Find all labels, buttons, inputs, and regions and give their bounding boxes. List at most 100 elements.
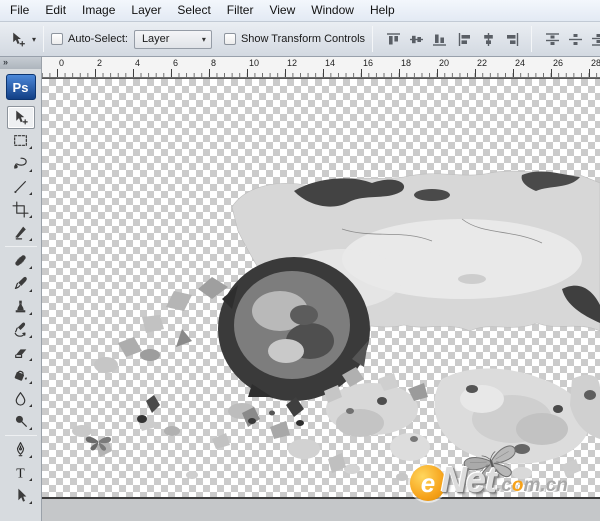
show-transform-label: Show Transform Controls — [241, 33, 365, 45]
tool-healing-brush[interactable] — [7, 249, 35, 272]
align-top-edges-button[interactable] — [383, 30, 403, 48]
menu-window[interactable]: Window — [303, 0, 362, 21]
watermark-suffix-c: .c — [496, 475, 512, 496]
tool-slice[interactable] — [7, 221, 35, 244]
tool-panel: » Ps — [0, 57, 42, 521]
tool-rectangular-marquee[interactable] — [7, 129, 35, 152]
ruler-label: 8 — [211, 58, 216, 68]
move-icon — [12, 109, 29, 126]
menu-layer[interactable]: Layer — [123, 0, 169, 21]
flyout-indicator-icon — [29, 238, 32, 241]
tool-move[interactable] — [7, 106, 35, 129]
menu-select[interactable]: Select — [169, 0, 218, 21]
flyout-indicator-icon — [29, 266, 32, 269]
flyout-indicator-icon — [29, 169, 32, 172]
distribute-bottom-icon — [590, 32, 600, 47]
align-group-vertical — [455, 30, 521, 48]
align-top-icon — [385, 32, 402, 47]
show-transform-checkbox[interactable] — [224, 33, 236, 45]
ruler-label: 2 — [97, 58, 102, 68]
ruler-label: 10 — [249, 58, 259, 68]
watermark-suffix-o: o — [512, 475, 524, 496]
distribute-top-icon — [544, 32, 561, 47]
align-horizontal-centers-button[interactable] — [478, 30, 498, 48]
tool-blur[interactable] — [7, 387, 35, 410]
flyout-indicator-icon — [29, 215, 32, 218]
clone-stamp-icon — [12, 298, 29, 315]
watermark-net-text: Net — [441, 462, 496, 498]
tool-brush[interactable] — [7, 272, 35, 295]
menu-image[interactable]: Image — [74, 0, 123, 21]
flyout-indicator-icon — [29, 455, 32, 458]
distribute-vertical-centers-button[interactable] — [565, 30, 585, 48]
auto-select-dropdown[interactable]: Layer ▾ — [134, 30, 212, 49]
align-left-edges-button[interactable] — [455, 30, 475, 48]
menu-filter[interactable]: Filter — [219, 0, 262, 21]
watermark-suffix-text: .com.cn — [496, 476, 568, 495]
flyout-indicator-icon — [29, 501, 32, 504]
options-separator — [372, 26, 373, 52]
tool-crop[interactable] — [7, 198, 35, 221]
ruler-label: 26 — [553, 58, 563, 68]
watermark-suffix-rest: m.cn — [523, 475, 567, 496]
artwork-image — [42, 79, 600, 500]
tool-preset-picker[interactable]: ▾ — [8, 31, 36, 48]
status-strip — [42, 499, 600, 521]
crop-icon — [12, 201, 29, 218]
align-hcenter-icon — [480, 32, 497, 47]
paint-bucket-icon — [12, 367, 29, 384]
flyout-indicator-icon — [29, 335, 32, 338]
flyout-indicator-icon — [29, 404, 32, 407]
tool-paint-bucket[interactable] — [7, 364, 35, 387]
menu-bar: File Edit Image Layer Select Filter View… — [0, 0, 600, 22]
ruler-label: 28 — [591, 58, 600, 68]
dropdown-arrow-icon: ▾ — [202, 35, 206, 44]
quick-selection-icon — [12, 178, 29, 195]
auto-select-value: Layer — [142, 33, 170, 45]
panel-collapse-button[interactable]: » — [0, 57, 41, 69]
tool-clone-stamp[interactable] — [7, 295, 35, 318]
tool-quick-selection[interactable] — [7, 175, 35, 198]
svg-text:T: T — [16, 465, 25, 480]
tool-history-brush[interactable] — [7, 318, 35, 341]
tool-group-separator — [5, 246, 37, 247]
distribute-top-edges-button[interactable] — [542, 30, 562, 48]
menu-file[interactable]: File — [2, 0, 37, 21]
workspace: » Ps — [0, 57, 600, 521]
menu-help[interactable]: Help — [362, 0, 403, 21]
distribute-bottom-edges-button[interactable] — [588, 30, 600, 48]
path-selection-icon — [12, 487, 29, 504]
tool-preset-arrow-icon: ▾ — [32, 35, 36, 44]
align-vertical-centers-button[interactable] — [406, 30, 426, 48]
align-group-horizontal — [383, 30, 449, 48]
healing-brush-icon — [12, 252, 29, 269]
dodge-icon — [12, 413, 29, 430]
flyout-indicator-icon — [29, 192, 32, 195]
menu-view[interactable]: View — [261, 0, 303, 21]
tool-eraser[interactable] — [7, 341, 35, 364]
tool-horizontal-type[interactable]: T — [7, 461, 35, 484]
flyout-indicator-icon — [29, 478, 32, 481]
tool-pen[interactable] — [7, 438, 35, 461]
photoshop-logo: Ps — [6, 74, 36, 100]
ruler-label: 12 — [287, 58, 297, 68]
horizontal-ruler[interactable]: 0 2 4 6 8 10 12 14 16 18 20 22 24 26 28 — [42, 57, 600, 78]
align-bottom-edges-button[interactable] — [429, 30, 449, 48]
tool-dodge[interactable] — [7, 410, 35, 433]
document-area: 0 2 4 6 8 10 12 14 16 18 20 22 24 26 28 — [42, 57, 600, 521]
auto-select-checkbox[interactable] — [51, 33, 63, 45]
menu-edit[interactable]: Edit — [37, 0, 74, 21]
distribute-group — [542, 30, 600, 48]
move-tool-icon — [8, 31, 28, 48]
align-right-edges-button[interactable] — [501, 30, 521, 48]
tool-path-selection[interactable] — [7, 484, 35, 507]
flyout-indicator-icon — [29, 358, 32, 361]
watermark: e Net .com.cn — [410, 465, 568, 501]
ruler-label: 6 — [173, 58, 178, 68]
tool-lasso[interactable] — [7, 152, 35, 175]
canvas[interactable] — [42, 78, 600, 499]
align-vcenter-icon — [408, 32, 425, 47]
ruler-label: 0 — [59, 58, 64, 68]
tool-group-separator — [5, 435, 37, 436]
ruler-label: 14 — [325, 58, 335, 68]
